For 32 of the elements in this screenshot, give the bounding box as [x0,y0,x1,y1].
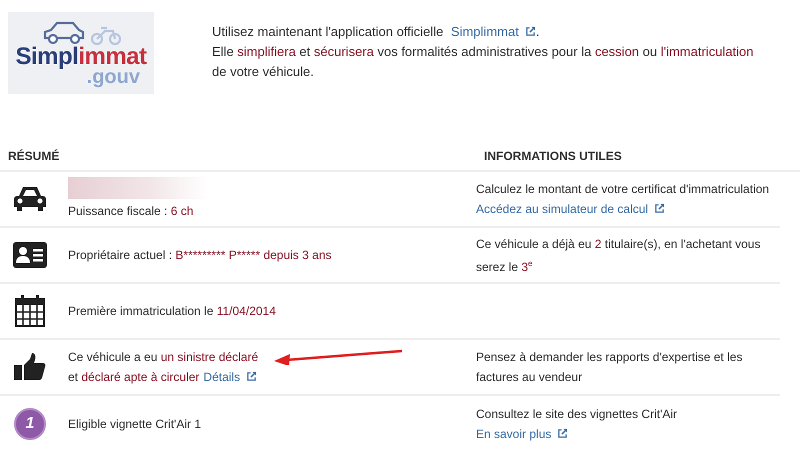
intro-text: Utilisez maintenant l'application officielle Simplimmat . [212,23,540,41]
info-text: Pensez à demander les rapports d'expertise et les factures au vendeur [476,349,744,386]
summary-text: et déclaré apte à circuler Détails [68,366,258,388]
link[interactable]: En savoir plus [476,424,568,444]
summary-text: Première immatriculation le 11/04/2014 [68,303,276,320]
intro-text: de votre véhicule. [212,63,314,81]
summary-text: Ce véhicule a eu un sinistre déclaré [68,348,258,366]
info-text: Ce véhicule a déjà eu 2 titulaire(s), en l'achetant vous serez le 3$^{e}$ [476,236,762,276]
external-link-icon [654,202,666,214]
section-heading: RÉSUMÉ [7,149,60,163]
calendar-icon [15,295,45,327]
info-text: Consultez le site des vignettes Crit'Air [476,406,678,422]
link[interactable]: Simplimmat [450,24,536,39]
car-icon [13,184,47,214]
logo-text: immat [78,43,147,70]
car-and-motorbike-icon [41,20,121,46]
external-link-icon [246,370,258,382]
thumbs-up-icon [14,353,46,381]
info-text: Calculez le montant de votre certificat d'immatriculation [476,180,770,198]
link[interactable]: Accédez au simulateur de calcul [476,198,666,220]
summary-text: Eligible vignette Crit'Air 1 [68,416,202,433]
link[interactable]: Détails [203,366,258,388]
external-link-icon [557,428,568,438]
id-card-icon [13,242,47,268]
logo-text: Simpl [15,43,78,70]
intro-text: Elle simplifiera et sécurisera vos formalités administratives pour la cession ou l'immatriculation [212,43,754,61]
summary-text: Puissance fiscale : 6 ch [68,203,194,220]
external-link-icon [524,26,536,37]
crit-air-badge: 1 [14,408,46,440]
logo-suffix: .gouv [86,68,140,86]
section-heading: INFORMATIONS UTILES [484,149,623,163]
summary-text: Propriétaire actuel : B********* P***** depuis 3 ans [68,247,332,264]
